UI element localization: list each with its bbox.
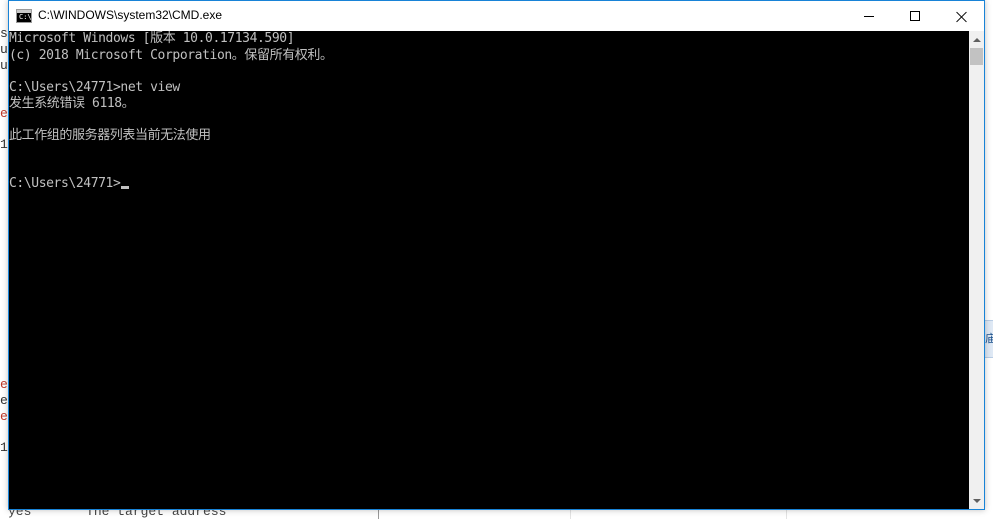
- console-output[interactable]: Microsoft Windows [版本 10.0.17134.590] (c…: [9, 31, 969, 509]
- window-title: C:\WINDOWS\system32\CMD.exe: [38, 8, 223, 22]
- maximize-button[interactable]: [892, 1, 938, 31]
- background-text-fragment: e: [0, 106, 8, 121]
- console-line: Microsoft Windows [版本 10.0.17134.590]: [9, 31, 295, 46]
- scroll-down-button[interactable]: [969, 492, 984, 509]
- background-divider: [786, 510, 787, 519]
- close-icon: [956, 11, 967, 22]
- desktop: s u u e 1 e e e 1 yes The target address…: [0, 0, 993, 519]
- background-side-tab[interactable]: 庙: [985, 320, 993, 358]
- background-text-fragment: e: [0, 377, 8, 392]
- background-text-fragment: 1: [0, 137, 8, 152]
- prompt-text: C:\Users\24771>: [9, 176, 121, 191]
- console-line: 此工作组的服务器列表当前无法使用: [9, 128, 211, 143]
- text-cursor: [121, 186, 130, 189]
- arrow-up-icon: [972, 37, 981, 42]
- vertical-scrollbar[interactable]: [969, 31, 984, 509]
- background-text-fragment: s: [0, 26, 8, 41]
- close-button[interactable]: [938, 1, 984, 31]
- background-text-fragment: 1: [0, 440, 8, 455]
- background-bottom-text: yes The target address: [8, 510, 227, 519]
- prompt-line[interactable]: C:\Users\24771>: [9, 176, 130, 192]
- scroll-up-button[interactable]: [969, 31, 984, 48]
- maximize-icon: [910, 11, 920, 21]
- console-line: C:\Users\24771>net view: [9, 80, 180, 95]
- background-text-fragment: u: [0, 58, 8, 73]
- minimize-icon: [864, 15, 874, 17]
- scrollbar-thumb[interactable]: [970, 48, 983, 65]
- background-window-bottom: yes The target address: [0, 510, 379, 519]
- background-divider: [570, 510, 571, 519]
- arrow-down-icon: [972, 498, 981, 503]
- background-text-fragment: u: [0, 42, 8, 57]
- cmd-app-icon[interactable]: C:\: [16, 9, 32, 23]
- cmd-window: C:\ C:\WINDOWS\system32\CMD.exe Microsof…: [8, 0, 985, 510]
- background-window-right-edge: 庙: [985, 0, 993, 510]
- background-text-fragment: e: [0, 409, 8, 424]
- background-text-fragment: e: [0, 393, 8, 408]
- background-window-bottom-right: [379, 510, 993, 519]
- minimize-button[interactable]: [846, 1, 892, 31]
- background-window-left-edge: s u u e 1 e e e 1: [0, 0, 8, 519]
- console-line: 发生系统错误 6118。: [9, 96, 135, 111]
- title-bar[interactable]: C:\ C:\WINDOWS\system32\CMD.exe: [9, 1, 984, 31]
- console-line: (c) 2018 Microsoft Corporation。保留所有权利。: [9, 48, 333, 63]
